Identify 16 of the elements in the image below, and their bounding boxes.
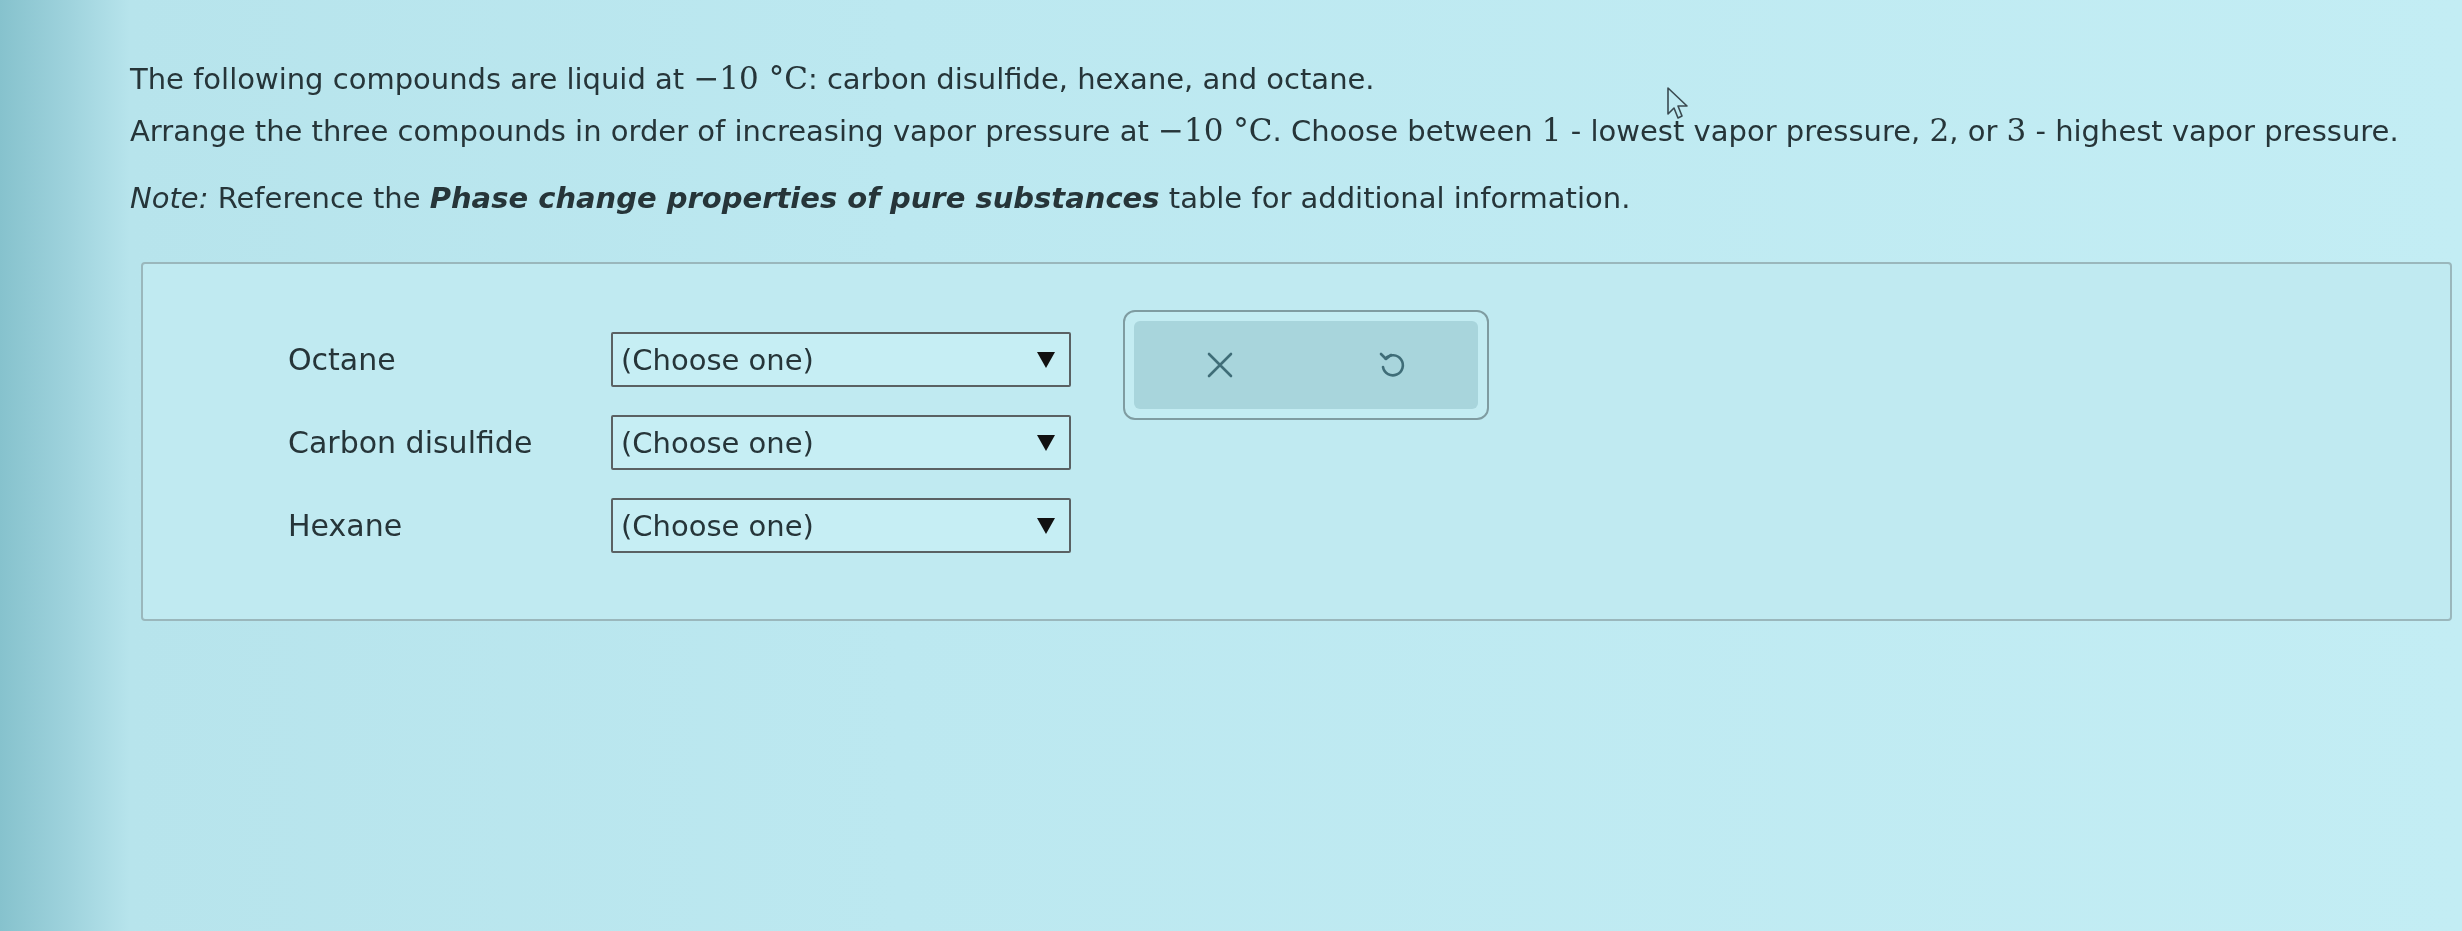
undo-button[interactable] (1306, 321, 1478, 409)
caret-icon (1037, 351, 1055, 368)
caret-icon (1037, 434, 1055, 451)
note-text: Note: Reference the Phase change properties of pure substances table for additional information. (130, 180, 1631, 217)
compound-label: Carbon disulfide (288, 425, 533, 460)
choice-dropdown[interactable]: (Choose one) (611, 415, 1071, 470)
undo-icon (1377, 350, 1407, 380)
compound-label: Octane (288, 342, 396, 377)
choice-dropdown[interactable]: (Choose one) (611, 332, 1071, 387)
caret-icon (1037, 517, 1055, 534)
clear-button[interactable] (1134, 321, 1306, 409)
instruction-text: Arrange the three compounds in order of increasing vapor pressure at −10 °C. Choose between 1 - lowest vapor pressure, 2, or 3 - highest vapor pressure. (130, 111, 2399, 150)
choice-dropdown[interactable]: (Choose one) (611, 498, 1071, 553)
close-icon (1205, 350, 1235, 380)
compound-label: Hexane (288, 508, 403, 543)
question-text: The following compounds are liquid at −10 °C: carbon disulfide, hexane, and octane. (130, 59, 1375, 98)
